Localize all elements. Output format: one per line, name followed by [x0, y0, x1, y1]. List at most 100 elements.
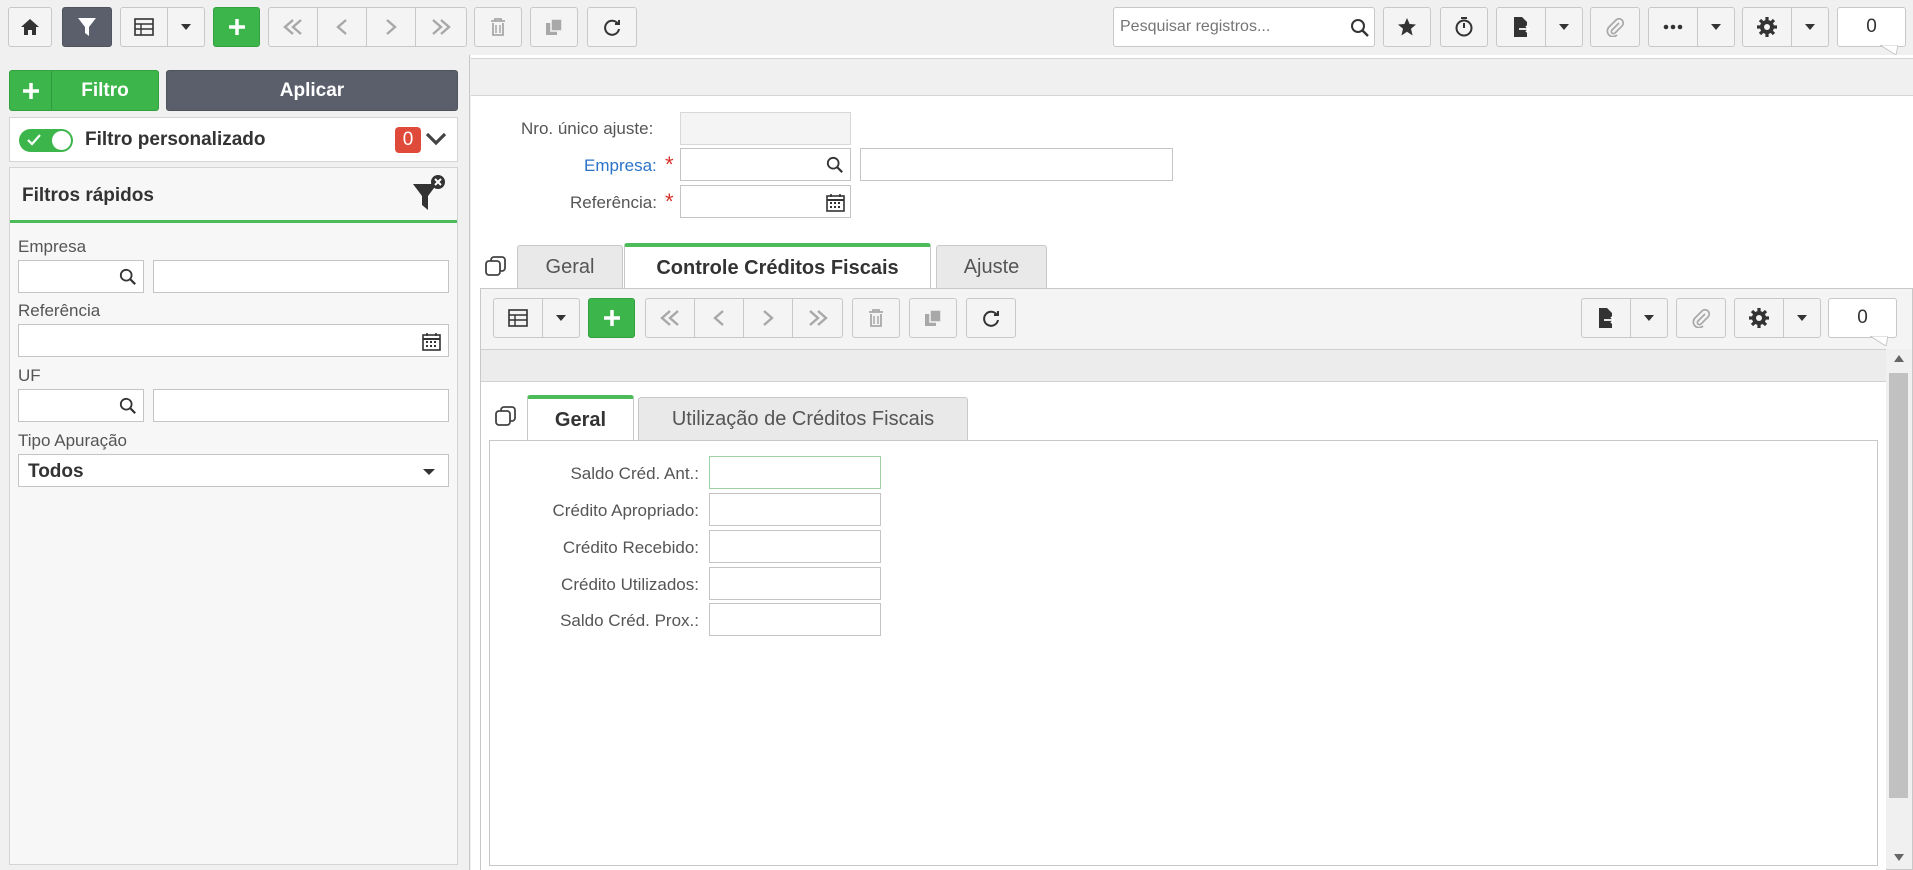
apply-filter-button[interactable]: Aplicar	[166, 70, 458, 111]
caret-down-icon	[1711, 24, 1721, 30]
more-actions-button[interactable]	[1648, 7, 1698, 47]
sub-next-button[interactable]	[743, 298, 793, 338]
scroll-down-icon[interactable]	[1894, 854, 1904, 861]
custom-filter-count-badge: 0	[395, 127, 421, 153]
sub-record-counter: 0	[1828, 298, 1897, 338]
chevron-down-icon[interactable]	[425, 131, 447, 147]
qf-uf-code-input[interactable]	[18, 389, 144, 422]
table-icon	[134, 18, 154, 36]
search-icon[interactable]	[119, 268, 137, 286]
scrollbar-thumb[interactable]	[1889, 373, 1908, 798]
main-header-strip	[471, 58, 1913, 96]
sub-duplicate-button[interactable]	[909, 298, 957, 338]
credito-recebido-input[interactable]	[709, 530, 881, 563]
sub-refresh-button[interactable]	[966, 298, 1016, 338]
subtab-utilizacao-creditos-fiscais[interactable]: Utilização de Créditos Fiscais	[638, 397, 968, 441]
chevron-right-icon	[763, 310, 774, 326]
sub-first-button[interactable]	[645, 298, 695, 338]
tab-controle-creditos-fiscais[interactable]: Controle Créditos Fiscais	[624, 243, 931, 289]
sub-previous-button[interactable]	[694, 298, 744, 338]
timer-button[interactable]	[1440, 7, 1488, 47]
quick-filters-box: Filtros rápidos Empresa Referência UF Ti…	[9, 167, 458, 865]
next-record-button[interactable]	[366, 7, 416, 47]
subtab-utilizacao-label: Utilização de Créditos Fiscais	[671, 408, 935, 430]
tab-ajuste[interactable]: Ajuste	[936, 245, 1047, 289]
gear-icon	[1749, 308, 1769, 328]
empresa-name-input[interactable]	[860, 148, 1173, 181]
previous-record-button[interactable]	[317, 7, 367, 47]
sub-export-button[interactable]	[1581, 298, 1631, 338]
referencia-input[interactable]	[680, 185, 851, 218]
sub-add-button[interactable]	[588, 298, 635, 338]
plus-icon	[603, 310, 620, 326]
detach-tabs-icon[interactable]	[484, 255, 508, 279]
empresa-label[interactable]: Empresa:	[584, 156, 657, 176]
last-record-button[interactable]	[415, 7, 467, 47]
favorites-button[interactable]	[1383, 7, 1431, 47]
caret-down-icon	[1797, 315, 1807, 321]
filter-toggle-button[interactable]	[62, 7, 112, 47]
first-record-button[interactable]	[268, 7, 318, 47]
add-record-button[interactable]	[213, 7, 260, 47]
saldo-cred-prox-input[interactable]	[709, 603, 881, 636]
detach-subtabs-icon[interactable]	[494, 405, 518, 429]
export-button[interactable]	[1496, 7, 1546, 47]
custom-filter-toggle[interactable]	[19, 129, 73, 152]
settings-button[interactable]	[1742, 7, 1792, 47]
duplicate-button[interactable]	[530, 7, 578, 47]
calendar-icon[interactable]	[422, 332, 441, 351]
filter-clear-icon[interactable]	[410, 174, 446, 214]
vertical-scrollbar[interactable]	[1886, 349, 1912, 869]
sub-attachment-button[interactable]	[1676, 298, 1726, 338]
search-input[interactable]	[1120, 14, 1335, 40]
funnel-icon	[78, 18, 96, 36]
ellipsis-icon	[1663, 24, 1683, 30]
grid-view-dropdown[interactable]	[167, 7, 205, 47]
search-icon[interactable]	[1350, 18, 1370, 38]
credito-utilizados-label: Crédito Utilizados:	[561, 575, 699, 594]
export-dropdown[interactable]	[1545, 7, 1583, 47]
caret-down-icon	[1559, 24, 1569, 30]
refresh-button[interactable]	[587, 7, 637, 47]
credito-apropriado-input[interactable]	[709, 493, 881, 526]
search-icon[interactable]	[826, 156, 844, 174]
sub-settings-button[interactable]	[1734, 298, 1784, 338]
search-icon[interactable]	[119, 397, 137, 415]
home-button[interactable]	[8, 7, 52, 47]
subtab-geral[interactable]: Geral	[527, 395, 634, 441]
sub-grid-view-dropdown[interactable]	[542, 298, 580, 338]
qf-referencia-input[interactable]	[18, 324, 449, 357]
sub-settings-dropdown[interactable]	[1783, 298, 1821, 338]
file-export-icon	[1599, 308, 1616, 328]
settings-dropdown[interactable]	[1791, 7, 1829, 47]
caret-down-icon	[1805, 24, 1815, 30]
delete-button[interactable]	[474, 7, 522, 47]
saldo-cred-ant-input[interactable]	[709, 456, 881, 489]
empresa-code-input[interactable]	[680, 148, 851, 181]
qf-tipo-apuracao-select[interactable]: Todos	[18, 454, 449, 487]
qf-empresa-name-input[interactable]	[153, 260, 449, 293]
refresh-icon	[604, 19, 620, 36]
sub-delete-button[interactable]	[852, 298, 900, 338]
grid-view-button[interactable]	[120, 7, 168, 47]
scroll-up-icon[interactable]	[1894, 355, 1904, 362]
attachment-button[interactable]	[1590, 7, 1640, 47]
gear-icon	[1757, 17, 1777, 37]
credito-utilizados-input[interactable]	[709, 567, 881, 600]
calendar-icon[interactable]	[826, 193, 845, 212]
record-counter: 0	[1837, 7, 1906, 47]
add-filter-button[interactable]: Filtro	[9, 70, 159, 111]
main-toolbar: 0	[0, 0, 1913, 55]
qf-uf-name-input[interactable]	[153, 389, 449, 422]
home-icon	[21, 19, 39, 35]
sub-grid-view-button[interactable]	[493, 298, 543, 338]
qf-empresa-code-input[interactable]	[18, 260, 144, 293]
referencia-label: Referência:	[570, 193, 657, 212]
copy-icon	[925, 309, 942, 326]
sub-export-dropdown[interactable]	[1630, 298, 1668, 338]
sub-last-button[interactable]	[792, 298, 843, 338]
tab-geral[interactable]: Geral	[517, 245, 623, 289]
add-filter-label: Filtro	[81, 79, 129, 101]
refresh-icon	[983, 310, 999, 327]
more-actions-dropdown[interactable]	[1697, 7, 1735, 47]
